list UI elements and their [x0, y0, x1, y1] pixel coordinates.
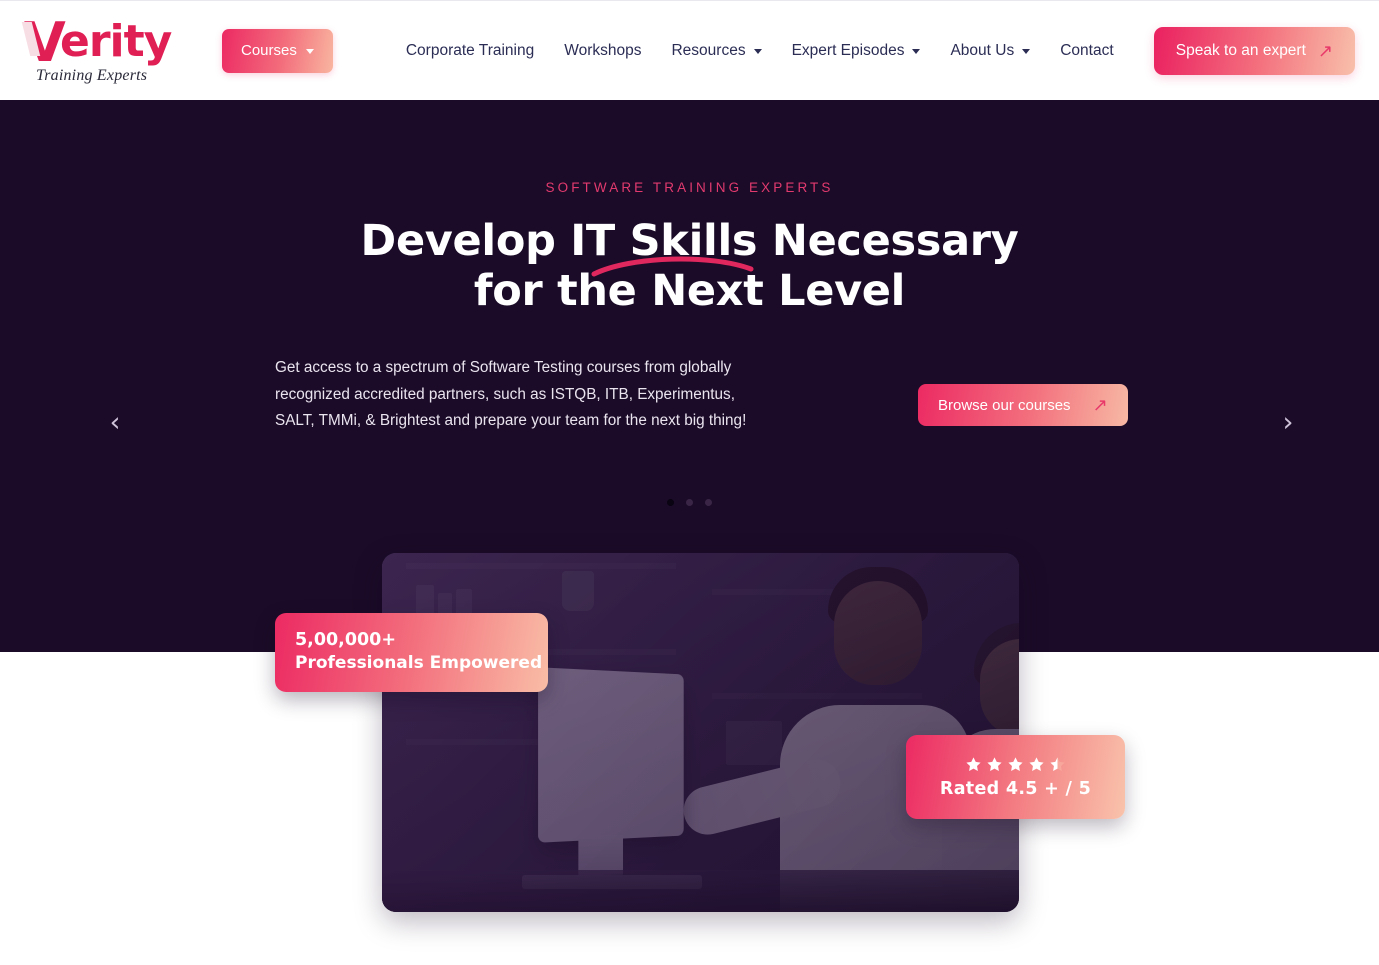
hero-eyebrow: SOFTWARE TRAINING EXPERTS	[545, 180, 834, 195]
main-navigation: Corporate Training Workshops Resources E…	[406, 42, 1114, 60]
speak-to-an-expert-label: Speak to an expert	[1175, 41, 1306, 59]
star-icon	[966, 756, 981, 771]
arrow-up-right-icon: ↗	[1092, 395, 1108, 415]
rating-stars	[965, 756, 1066, 773]
brand-logo-initial: V	[24, 11, 66, 74]
carousel-dot[interactable]	[705, 499, 712, 506]
carousel-dot[interactable]	[667, 499, 674, 506]
nav-item-resources[interactable]: Resources	[671, 41, 762, 60]
browse-our-courses-button[interactable]: Browse our courses ↗	[918, 384, 1128, 426]
nav-item-corporate-training[interactable]: Corporate Training	[406, 42, 534, 60]
nav-item-label: Expert Episodes	[791, 41, 905, 59]
hero-image-card	[382, 553, 1019, 912]
star-icon	[1029, 756, 1044, 771]
nav-item-label: Corporate Training	[405, 41, 535, 59]
rating-label: Rated 4.5 + / 5	[939, 778, 1092, 799]
star-icon	[1008, 756, 1023, 771]
chevron-down-icon	[1022, 49, 1031, 54]
nav-item-about-us[interactable]: About Us	[950, 41, 1031, 60]
chevron-left-icon: ‹	[109, 406, 121, 438]
site-header: V erity Training Experts Courses Corpora…	[0, 0, 1379, 100]
star-icon	[987, 756, 1002, 771]
nav-item-label: Contact	[1060, 41, 1114, 59]
stat-badge: 5,00,000+ Professionals Empowered	[275, 613, 548, 692]
speak-to-an-expert-button[interactable]: Speak to an expert ↗	[1153, 26, 1355, 75]
browse-our-courses-label: Browse our courses	[938, 396, 1071, 414]
stat-badge-label: Professionals Empowered	[295, 653, 543, 674]
chevron-right-icon: ›	[1282, 406, 1294, 438]
nav-item-label: Workshops	[564, 41, 642, 59]
nav-item-contact[interactable]: Contact	[1060, 42, 1113, 60]
chevron-down-icon	[753, 49, 762, 54]
hero-headline: Develop IT Skills Necessary for the Next…	[0, 216, 1379, 317]
brand-logo-rest: erity	[60, 16, 172, 67]
courses-button-label: Courses	[241, 42, 297, 59]
hero-headline-line-1: Develop IT Skills Necessary	[360, 216, 1019, 266]
rating-badge: Rated 4.5 + / 5	[906, 735, 1125, 819]
nav-item-expert-episodes[interactable]: Expert Episodes	[792, 42, 921, 60]
carousel-dot[interactable]	[686, 499, 693, 506]
nav-item-workshops[interactable]: Workshops	[564, 42, 641, 60]
arrow-up-right-icon: ↗	[1317, 40, 1333, 61]
chevron-down-icon	[912, 49, 921, 54]
carousel-pagination	[0, 499, 1379, 506]
hero-headline-line-2: for the Next Level	[473, 266, 906, 317]
hero-photo	[382, 553, 1019, 912]
stat-badge-value: 5,00,000+	[295, 630, 397, 650]
hero-paragraph: Get access to a spectrum of Software Tes…	[275, 359, 747, 430]
brand-logo-wordmark: V erity	[18, 16, 172, 70]
carousel-next-button[interactable]: ›	[1268, 402, 1308, 442]
nav-item-label: Resources	[671, 41, 746, 59]
nav-item-label: About Us	[950, 41, 1015, 59]
courses-button[interactable]: Courses	[222, 28, 333, 73]
brand-logo[interactable]: V erity Training Experts	[18, 16, 172, 85]
carousel-prev-button[interactable]: ‹	[95, 402, 135, 442]
chevron-down-icon	[305, 49, 314, 54]
star-half-icon	[1050, 756, 1065, 771]
